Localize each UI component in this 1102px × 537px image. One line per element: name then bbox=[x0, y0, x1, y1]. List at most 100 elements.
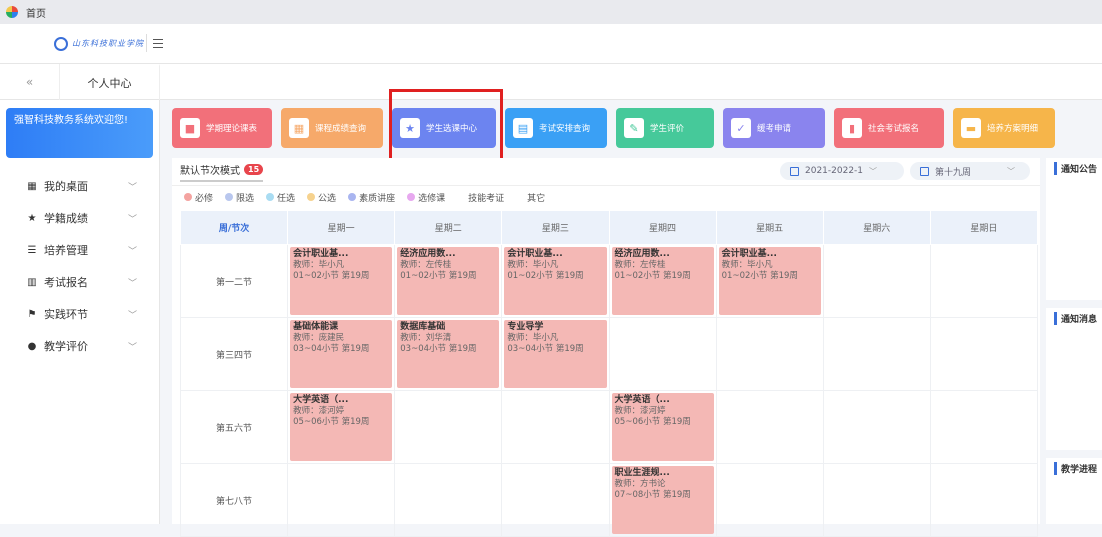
course-teacher: 教师：漆河婷 bbox=[293, 406, 345, 416]
timetable-header-cell: 星期四 bbox=[608, 210, 717, 245]
course-name: 大学英语（... bbox=[614, 395, 670, 405]
menu-toggle-icon[interactable] bbox=[146, 34, 164, 52]
quick-button-icon: ▦ bbox=[289, 118, 309, 138]
header: 山东科技职业学院 bbox=[0, 24, 1102, 64]
legend-dot bbox=[407, 193, 416, 201]
quick-button-label: 课程成绩查询 bbox=[315, 124, 367, 134]
course-name: 经济应用数... bbox=[614, 249, 670, 259]
quick-button-6[interactable]: ▮ 社会考试报名 bbox=[834, 108, 944, 148]
quick-button-icon: ■ bbox=[180, 118, 200, 138]
quick-button-1[interactable]: ▦ 课程成绩查询 bbox=[281, 108, 383, 148]
timetable-cell: 职业生涯规... 教师：方书论 07~08小节 第19周 bbox=[608, 463, 717, 537]
course-block[interactable]: 数据库基础 教师：刘华清 03~04小节 第19周 bbox=[397, 320, 500, 388]
timetable-cell bbox=[929, 244, 1039, 318]
quick-button-0[interactable]: ■ 学期理论课表 bbox=[172, 108, 272, 148]
sidebar-item-label: 我的桌面 bbox=[44, 180, 88, 193]
timetable-row: 第七八节 职业生涯规... 教师：方书论 07~08小节 第19周 bbox=[179, 463, 1039, 537]
period-mode-label: 默认节次模式 bbox=[180, 165, 240, 177]
star-icon: ★ bbox=[27, 212, 37, 224]
course-teacher: 教师：方书论 bbox=[614, 479, 666, 489]
legend-dot bbox=[184, 193, 192, 201]
course-name: 基础体能课 bbox=[293, 322, 339, 332]
course-time: 05~06小节 第19周 bbox=[614, 417, 691, 427]
course-time: 07~08小节 第19周 bbox=[614, 490, 691, 500]
course-time: 01~02小节 第19周 bbox=[614, 271, 691, 281]
timetable-header-cell: 周/节次 bbox=[179, 210, 289, 245]
sidebar-item-desktop[interactable]: ▦ 我的桌面 ﹀ bbox=[0, 174, 159, 198]
legend-item: 其它 bbox=[516, 191, 545, 204]
legend-item: 限选 bbox=[225, 191, 254, 204]
sidebar-nav: ▦ 我的桌面 ﹀ ★ 学籍成绩 ﹀ ☰ 培养管理 ﹀ ▥ 考试报名 ﹀ ⚑ 实践… bbox=[0, 174, 159, 358]
sidebar: 强智科技教务系统欢迎您! ▦ 我的桌面 ﹀ ★ 学籍成绩 ﹀ ☰ 培养管理 ﹀ … bbox=[0, 100, 160, 524]
timetable-cell: 基础体能课 教师：庞建民 03~04小节 第19周 bbox=[287, 317, 396, 391]
timetable-cell bbox=[822, 390, 931, 464]
teaching-progress-card: 教学进程 bbox=[1046, 458, 1102, 524]
legend-item: 必修 bbox=[184, 191, 213, 204]
legend-label: 任选 bbox=[277, 193, 296, 204]
legend-item: 任选 bbox=[266, 191, 295, 204]
course-block[interactable]: 基础体能课 教师：庞建民 03~04小节 第19周 bbox=[290, 320, 393, 388]
message-title: 通知消息 bbox=[1054, 312, 1097, 325]
sidebar-item-label: 实践环节 bbox=[44, 308, 88, 321]
quick-button-icon: ▬ bbox=[961, 118, 981, 138]
course-block[interactable]: 经济应用数... 教师：左传桂 01~02小节 第19周 bbox=[397, 247, 500, 315]
tab-personal-center[interactable]: 个人中心 bbox=[60, 64, 160, 100]
course-block[interactable]: 经济应用数... 教师：左传桂 01~02小节 第19周 bbox=[611, 247, 714, 315]
timetable-cell: 专业导学 教师：毕小凡 03~04小节 第19周 bbox=[501, 317, 610, 391]
timetable-cell: 经济应用数... 教师：左传桂 01~02小节 第19周 bbox=[394, 244, 503, 318]
quick-button-label: 考试安排查询 bbox=[539, 124, 591, 134]
course-block[interactable]: 大学英语（... 教师：漆河婷 05~06小节 第19周 bbox=[611, 393, 714, 461]
sidebar-item-exam-registration[interactable]: ▥ 考试报名 ﹀ bbox=[0, 270, 159, 294]
legend-label: 公选 bbox=[318, 193, 337, 204]
legend-dot bbox=[457, 193, 466, 201]
course-block[interactable]: 大学英语（... 教师：漆河婷 05~06小节 第19周 bbox=[290, 393, 393, 461]
timetable-cell: 大学英语（... 教师：漆河婷 05~06小节 第19周 bbox=[287, 390, 396, 464]
legend-item: 技能考证 bbox=[457, 191, 504, 204]
course-name: 专业导学 bbox=[507, 322, 544, 332]
timetable-cell bbox=[287, 463, 396, 537]
course-block[interactable]: 会计职业基... 教师：毕小凡 01~02小节 第19周 bbox=[718, 247, 821, 315]
timetable-cell bbox=[929, 463, 1039, 537]
chevron-down-icon: ﹀ bbox=[127, 182, 137, 193]
timetable-cell bbox=[715, 463, 824, 537]
course-block[interactable]: 专业导学 教师：毕小凡 03~04小节 第19周 bbox=[504, 320, 607, 388]
legend-label: 其它 bbox=[527, 193, 546, 204]
timetable-cell: 数据库基础 教师：刘华清 03~04小节 第19周 bbox=[394, 317, 503, 391]
timetable-panel: 默认节次模式 15 2021-2022-1 ﹀ 第十九周 ﹀ 必修 限选 任选 公选 素… bbox=[172, 158, 1040, 537]
school-logo[interactable]: 山东科技职业学院 bbox=[54, 36, 144, 51]
sidebar-item-teaching-evaluation[interactable]: ● 教学评价 ﹀ bbox=[0, 334, 159, 358]
quick-button-label: 缓考申请 bbox=[757, 124, 792, 134]
quick-button-icon: ✎ bbox=[624, 118, 644, 138]
sidebar-item-status-grades[interactable]: ★ 学籍成绩 ﹀ bbox=[0, 206, 159, 230]
quick-button-4[interactable]: ✎ 学生评价 bbox=[616, 108, 714, 148]
sidebar-item-practice[interactable]: ⚑ 实践环节 ﹀ bbox=[0, 302, 159, 326]
timetable-header-cell: 星期日 bbox=[929, 210, 1039, 245]
course-block[interactable]: 会计职业基... 教师：毕小凡 01~02小节 第19周 bbox=[290, 247, 393, 315]
course-time: 01~02小节 第19周 bbox=[293, 271, 370, 281]
notice-card: 通知公告 bbox=[1046, 158, 1102, 300]
period-cell: 第一二节 bbox=[179, 244, 289, 318]
timetable-cell bbox=[715, 317, 824, 391]
window-title: 首页 bbox=[26, 8, 46, 20]
course-time: 03~04小节 第19周 bbox=[400, 344, 477, 354]
timetable-cell bbox=[501, 463, 610, 537]
quick-button-3[interactable]: ▤ 考试安排查询 bbox=[505, 108, 607, 148]
sidebar-item-training[interactable]: ☰ 培养管理 ﹀ bbox=[0, 238, 159, 262]
course-block[interactable]: 会计职业基... 教师：毕小凡 01~02小节 第19周 bbox=[504, 247, 607, 315]
highlight-box bbox=[389, 89, 503, 161]
course-name: 会计职业基... bbox=[293, 249, 349, 259]
course-teacher: 教师：毕小凡 bbox=[721, 260, 773, 270]
tab-scroll-left-button[interactable]: « bbox=[0, 64, 60, 100]
quick-button-5[interactable]: ✓ 缓考申请 bbox=[723, 108, 825, 148]
legend-dot bbox=[307, 193, 316, 201]
period-cell: 第七八节 bbox=[179, 463, 289, 537]
timetable-cell bbox=[501, 390, 610, 464]
timetable-cell bbox=[715, 390, 824, 464]
timetable-cell: 会计职业基... 教师：毕小凡 01~02小节 第19周 bbox=[501, 244, 610, 318]
week-select[interactable]: 第十九周 ﹀ bbox=[910, 162, 1030, 180]
quick-button-icon: ▮ bbox=[842, 118, 862, 138]
period-mode-tab[interactable]: 默认节次模式 15 bbox=[180, 162, 264, 182]
quick-button-7[interactable]: ▬ 培养方案明细 bbox=[953, 108, 1055, 148]
chevron-down-icon: ﹀ bbox=[127, 310, 137, 321]
term-select[interactable]: 2021-2022-1 ﹀ bbox=[780, 162, 904, 180]
